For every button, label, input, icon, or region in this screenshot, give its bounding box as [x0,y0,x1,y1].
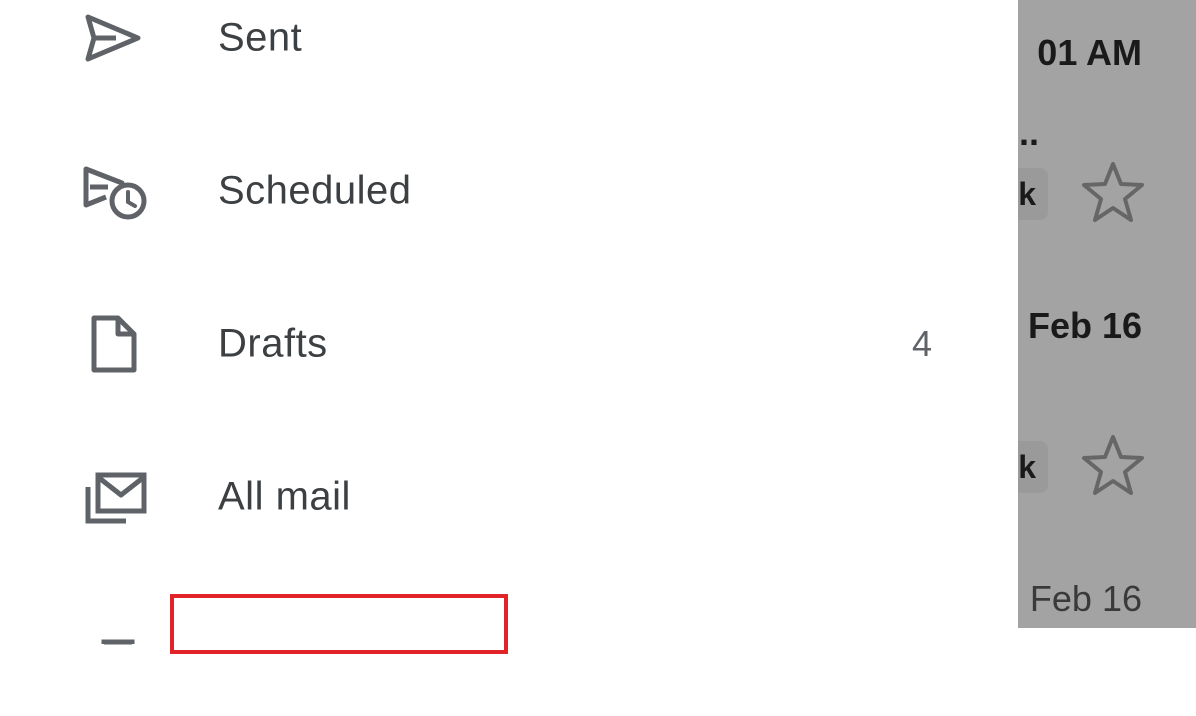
nav-item-drafts[interactable]: Drafts 4 [0,284,1018,404]
star-icon[interactable] [1080,433,1146,499]
nav-label-sent: Sent [218,15,303,60]
nav-item-sent[interactable]: Sent [0,0,1018,98]
row-time: Feb 16 [1027,305,1142,346]
nav-item-all-mail[interactable]: All mail [0,437,1018,557]
row-label-chip: k [1018,441,1048,493]
navigation-drawer: Sent Scheduled Drafts 4 All mail [0,0,1018,654]
drafts-count-badge: 4 [911,323,932,364]
row-time: Feb 16 [1029,578,1142,619]
nav-label-scheduled: Scheduled [218,168,412,213]
row-snippet: .. [1019,112,1040,153]
highlight-annotation-box [170,594,508,654]
send-icon [82,5,148,71]
nav-item-partial[interactable] [0,596,1018,716]
nav-label-all-mail: All mail [218,474,351,519]
scheduled-send-icon [82,158,148,224]
background-inbox-scrim[interactable]: 01 AM .. k Feb 16 k Feb 16 [1018,0,1196,628]
row-label-chip: k [1018,168,1048,220]
draft-icon [82,311,148,377]
star-icon[interactable] [1080,160,1146,226]
nav-label-drafts: Drafts [218,321,328,366]
folder-icon [82,601,148,667]
all-mail-icon [82,464,148,530]
row-time: 01 AM [1037,32,1142,73]
nav-item-scheduled[interactable]: Scheduled [0,131,1018,251]
